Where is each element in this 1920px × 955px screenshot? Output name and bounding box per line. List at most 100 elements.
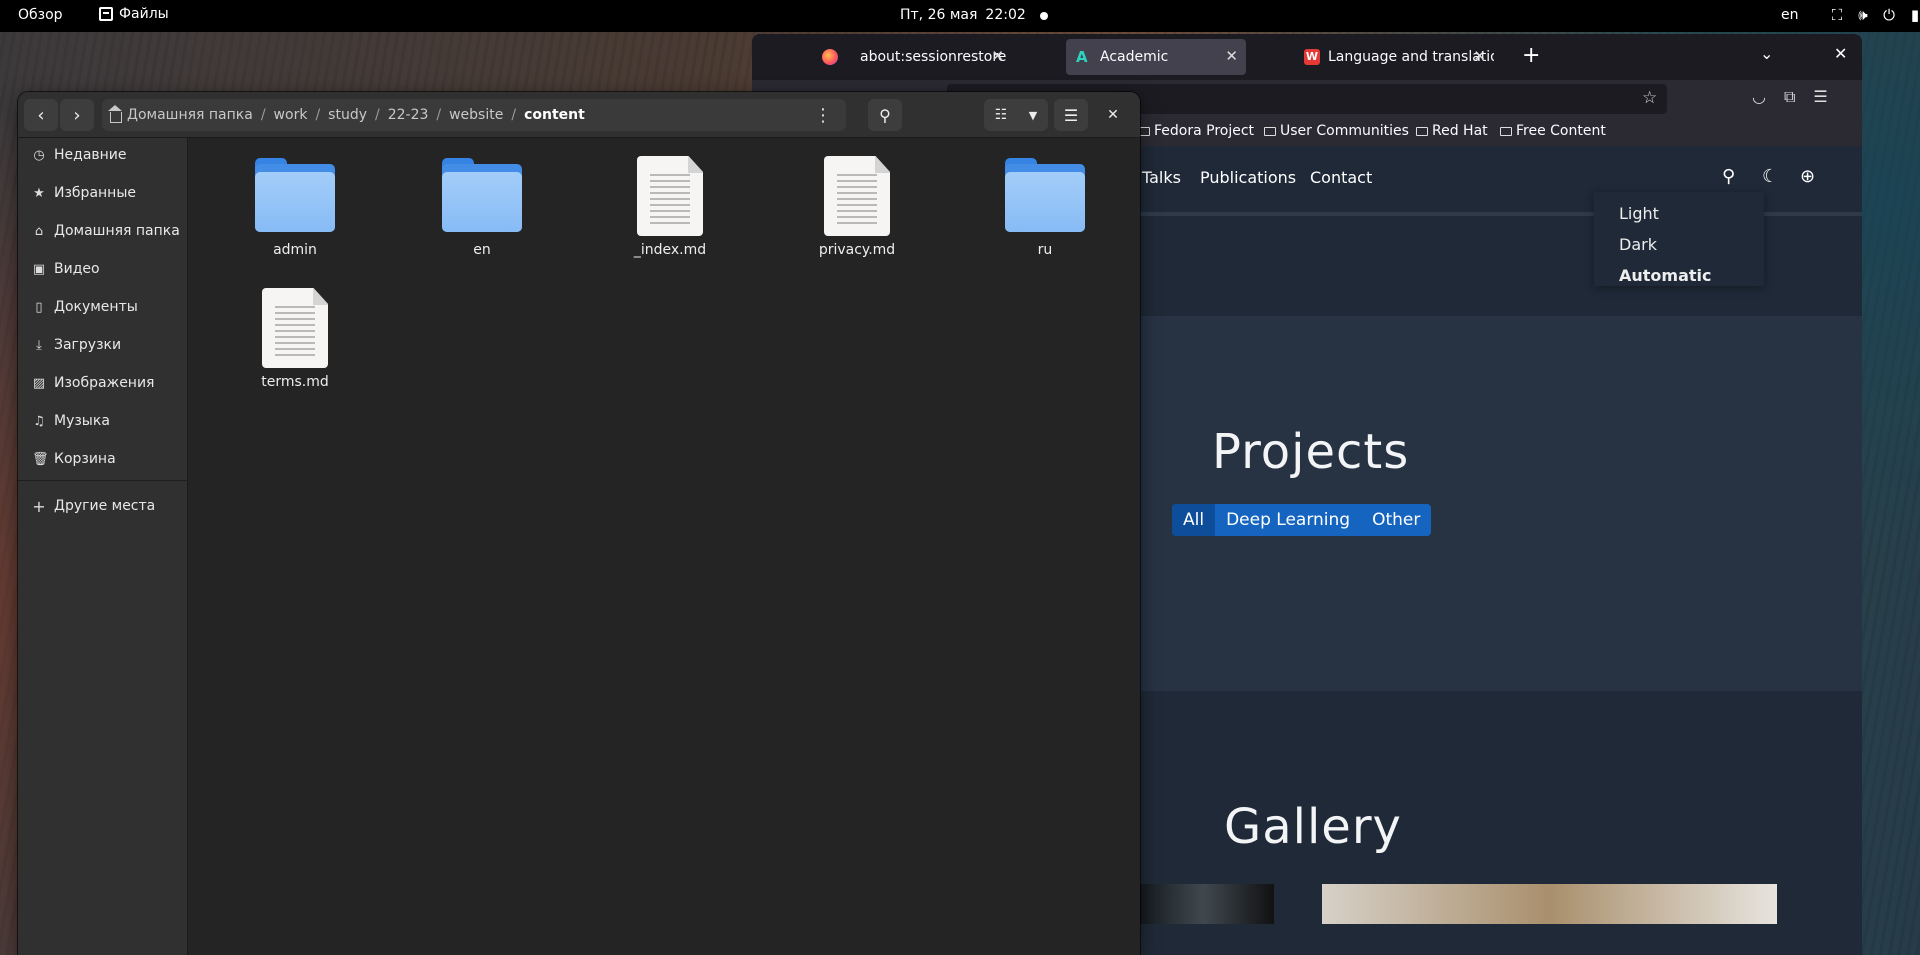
sidebar-item-downloads[interactable]: ⤓ Загрузки xyxy=(18,330,188,360)
theme-dark[interactable]: Dark xyxy=(1619,235,1657,254)
video-icon: ▣ xyxy=(32,261,46,277)
gallery-image[interactable] xyxy=(1132,884,1274,924)
sidebar-item-other-locations[interactable]: + Другие места xyxy=(18,491,188,521)
filter-deep-learning[interactable]: Deep Learning xyxy=(1215,504,1361,536)
project-filters: All Deep Learning Other xyxy=(1172,504,1432,536)
close-icon[interactable]: ✕ xyxy=(1225,47,1238,65)
search-icon[interactable]: ⚲ xyxy=(1722,166,1735,187)
moon-icon[interactable]: ☾ xyxy=(1762,166,1778,187)
bookmark-label: User Communities xyxy=(1280,123,1409,139)
bookmark-freecontent[interactable]: Free Content xyxy=(1500,123,1606,139)
breadcrumb-study[interactable]: study xyxy=(320,107,375,123)
bookmark-label: Fedora Project xyxy=(1154,123,1255,139)
folder-icon xyxy=(1005,156,1085,236)
close-icon[interactable]: ✕ xyxy=(1473,47,1486,65)
bookmark-label: Free Content xyxy=(1516,123,1606,139)
activities-button[interactable]: Обзор xyxy=(18,7,63,23)
sidebar-item-label: Загрузки xyxy=(54,337,122,353)
folder-item-ru[interactable]: ru xyxy=(970,156,1120,258)
window-close-icon[interactable]: ✕ xyxy=(1834,44,1847,63)
breadcrumb-home[interactable]: Домашняя папка xyxy=(102,104,261,123)
app-menu[interactable]: Файлы xyxy=(99,6,169,22)
tab-sessionrestore[interactable]: about:sessionrestore ✕ xyxy=(812,39,1012,75)
nav-link-publications[interactable]: Publications xyxy=(1200,168,1296,187)
window-close-button[interactable]: ✕ xyxy=(1098,99,1128,131)
clock-icon: ◷ xyxy=(33,147,45,163)
chevron-down-icon: ▼ xyxy=(1028,108,1038,122)
forward-button[interactable]: › xyxy=(60,99,94,131)
sidebar-item-documents[interactable]: ▯ Документы xyxy=(18,292,188,322)
academic-icon: A xyxy=(1076,48,1088,66)
breadcrumb-22-23[interactable]: 22-23 xyxy=(380,107,437,123)
tab-language[interactable]: W Language and translation ✕ xyxy=(1294,39,1494,75)
folder-item-admin[interactable]: admin xyxy=(220,156,370,258)
file-item-terms[interactable]: terms.md xyxy=(220,288,370,390)
sidebar-item-label: Недавние xyxy=(54,147,127,163)
file-item-privacy[interactable]: privacy.md xyxy=(782,156,932,258)
sidebar-item-label: Изображения xyxy=(54,375,155,391)
tab-academic[interactable]: A Academic ✕ xyxy=(1066,39,1246,75)
file-label: en xyxy=(473,242,491,258)
path-menu-icon[interactable]: ⋮ xyxy=(814,105,832,126)
filter-other[interactable]: Other xyxy=(1361,504,1431,536)
filter-all[interactable]: All xyxy=(1172,504,1216,536)
tab-title: Academic xyxy=(1100,49,1169,65)
view-switcher[interactable]: ☷ ▼ xyxy=(984,99,1048,131)
plus-icon: + xyxy=(32,496,46,516)
sidebar-item-label: Домашняя папка xyxy=(54,223,180,239)
breadcrumb-content[interactable]: content xyxy=(516,107,593,123)
nav-link-contact[interactable]: Contact xyxy=(1310,168,1372,187)
bookmark-star-icon[interactable]: ☆ xyxy=(1642,88,1657,108)
sidebar-item-starred[interactable]: ★ Избранные xyxy=(18,178,188,208)
keyboard-layout-indicator[interactable]: en xyxy=(1781,7,1799,23)
sidebar-item-label: Документы xyxy=(54,299,138,315)
bookmark-label: Red Hat xyxy=(1432,123,1488,139)
search-button[interactable]: ⚲ xyxy=(868,99,902,131)
breadcrumb-website[interactable]: website xyxy=(441,107,511,123)
main-menu-button[interactable]: ☰ xyxy=(1054,99,1088,131)
breadcrumb-work[interactable]: work xyxy=(266,107,316,123)
file-label: ru xyxy=(1037,242,1053,258)
theme-automatic[interactable]: Automatic xyxy=(1619,266,1712,285)
theme-menu: Light Dark Automatic xyxy=(1594,192,1764,286)
back-button[interactable]: ‹ xyxy=(24,99,58,131)
download-icon: ⤓ xyxy=(36,337,42,353)
menu-icon[interactable]: ☰ xyxy=(1813,87,1827,107)
trash-icon: 🗑 xyxy=(32,451,49,467)
sidebar-item-recent[interactable]: ◷ Недавние xyxy=(18,140,188,170)
files-window[interactable]: ‹ › Домашняя папка / work / study / 22-2… xyxy=(18,92,1140,955)
network-icon: ⛶ xyxy=(1831,6,1843,24)
sidebar-item-label: Избранные xyxy=(54,185,136,201)
clock[interactable]: Пт, 26 мая 22:02 xyxy=(900,7,1026,23)
nav-link-talks[interactable]: Talks xyxy=(1142,168,1181,187)
sidebar-item-label: Музыка xyxy=(54,413,110,429)
folder-icon xyxy=(255,156,335,236)
bookmark-communities[interactable]: User Communities xyxy=(1264,123,1409,139)
sidebar-item-music[interactable]: ♫ Музыка xyxy=(18,406,188,436)
chevron-right-icon: › xyxy=(73,104,81,126)
file-label: privacy.md xyxy=(818,242,896,258)
sidebar-item-videos[interactable]: ▣ Видео xyxy=(18,254,188,284)
file-grid[interactable]: admin en _index.md privacy.md ru terms.m… xyxy=(189,138,1140,955)
bookmark-redhat[interactable]: Red Hat xyxy=(1416,123,1488,139)
extensions-icon[interactable]: ⧉ xyxy=(1784,87,1795,107)
folder-icon xyxy=(1500,126,1512,136)
folder-icon xyxy=(1416,126,1428,136)
sidebar-item-home[interactable]: ⌂ Домашняя папка xyxy=(18,216,188,246)
gallery-image[interactable] xyxy=(1322,884,1777,924)
file-item-index[interactable]: _index.md xyxy=(595,156,745,258)
bookmark-fedora[interactable]: Fedora Project xyxy=(1138,123,1254,139)
folder-item-en[interactable]: en xyxy=(407,156,557,258)
folder-icon xyxy=(1264,126,1276,136)
system-tray[interactable]: ⛶ 🕪 ⏻ ▮ xyxy=(1829,6,1920,24)
power-icon: ⏻ xyxy=(1883,6,1895,24)
sidebar-item-pictures[interactable]: ▨ Изображения xyxy=(18,368,188,398)
new-tab-button[interactable]: + xyxy=(1522,43,1540,68)
theme-light[interactable]: Light xyxy=(1619,204,1659,223)
globe-icon[interactable]: ⊕ xyxy=(1800,166,1815,187)
pocket-icon[interactable]: ◡ xyxy=(1752,87,1766,107)
sidebar-item-trash[interactable]: 🗑 Корзина xyxy=(18,444,188,474)
tab-list-chevron-icon[interactable]: ⌄ xyxy=(1760,44,1773,63)
close-icon[interactable]: ✕ xyxy=(991,47,1004,65)
image-icon: ▨ xyxy=(32,375,46,391)
